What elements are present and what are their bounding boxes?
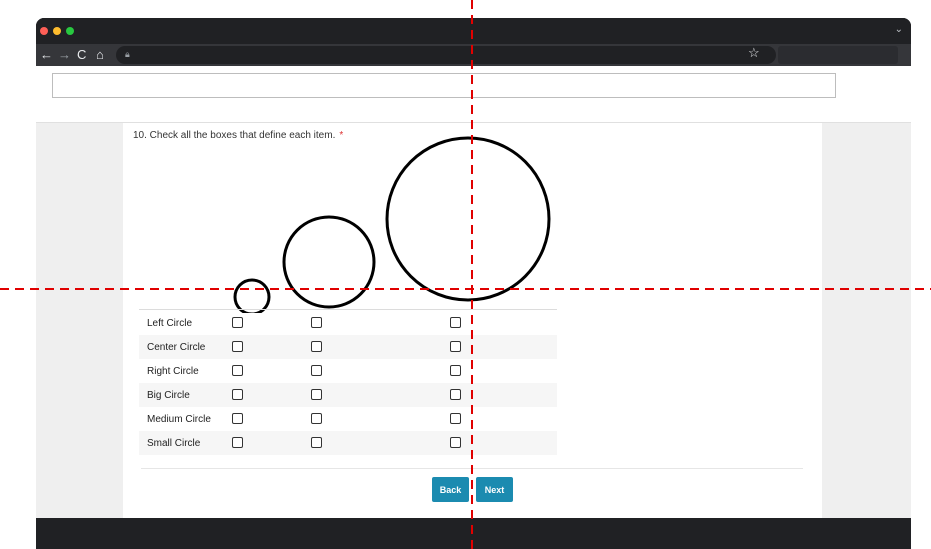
home-icon[interactable]: ⌂ <box>96 46 104 64</box>
checkbox[interactable] <box>311 413 322 424</box>
checkbox[interactable] <box>232 437 243 448</box>
checkbox[interactable] <box>311 365 322 376</box>
close-window-button[interactable] <box>40 27 48 35</box>
page-viewport: 10. Check all the boxes that define each… <box>36 66 911 518</box>
grid-row: Small Circle <box>139 431 557 455</box>
grid-top-border <box>139 309 557 310</box>
checkbox[interactable] <box>450 389 461 400</box>
chevron-down-icon[interactable]: ⌄ <box>895 24 903 35</box>
checkbox[interactable] <box>450 413 461 424</box>
checkbox[interactable] <box>450 317 461 328</box>
row-label: Small Circle <box>147 438 201 449</box>
row-label: Center Circle <box>147 342 206 353</box>
checkbox[interactable] <box>311 389 322 400</box>
grid-row: Left Circle <box>139 311 557 335</box>
title-bar: ⌄ <box>36 18 911 44</box>
checkbox[interactable] <box>232 341 243 352</box>
checkbox[interactable] <box>311 317 322 328</box>
medium-circle <box>282 215 376 309</box>
checkbox[interactable] <box>311 437 322 448</box>
header-box <box>52 73 836 98</box>
checkbox[interactable] <box>450 437 461 448</box>
bookmark-star-icon[interactable]: ☆ <box>748 45 760 61</box>
big-circle <box>385 136 551 302</box>
browser-window: ⌄ ← → C ⌂ 🔒︎ ☆ 10. Check all the boxes t… <box>36 18 911 549</box>
row-label: Big Circle <box>147 390 190 401</box>
browser-toolbar: ← → C ⌂ 🔒︎ ☆ <box>36 44 911 66</box>
reload-icon[interactable]: C <box>77 46 86 64</box>
forward-arrow-icon[interactable]: → <box>58 46 71 64</box>
checkbox[interactable] <box>311 341 322 352</box>
minimize-window-button[interactable] <box>53 27 61 35</box>
extensions-area <box>778 46 898 64</box>
survey-card: 10. Check all the boxes that define each… <box>123 123 822 518</box>
row-label: Right Circle <box>147 366 199 377</box>
next-button[interactable]: Next <box>476 477 513 502</box>
grid-row: Medium Circle <box>139 407 557 431</box>
row-label: Medium Circle <box>147 414 211 425</box>
grid-row: Right Circle <box>139 359 557 383</box>
grid-row: Big Circle <box>139 383 557 407</box>
address-bar[interactable]: 🔒︎ <box>116 46 776 64</box>
divider <box>141 468 803 469</box>
page-header <box>36 66 911 123</box>
row-label: Left Circle <box>147 318 193 329</box>
lock-icon: 🔒︎ <box>125 49 130 59</box>
checkbox[interactable] <box>232 317 243 328</box>
checkbox[interactable] <box>450 341 461 352</box>
browser-bottom-area <box>36 518 911 549</box>
back-button[interactable]: Back <box>432 477 469 502</box>
checkbox-grid: Left Circle Center Circle Right Circle B… <box>139 311 557 455</box>
checkbox[interactable] <box>232 413 243 424</box>
back-arrow-icon[interactable]: ← <box>40 46 53 64</box>
checkbox[interactable] <box>232 365 243 376</box>
checkbox[interactable] <box>450 365 461 376</box>
grid-row: Center Circle <box>139 335 557 359</box>
circles-image <box>233 136 551 313</box>
checkbox[interactable] <box>232 389 243 400</box>
maximize-window-button[interactable] <box>66 27 74 35</box>
